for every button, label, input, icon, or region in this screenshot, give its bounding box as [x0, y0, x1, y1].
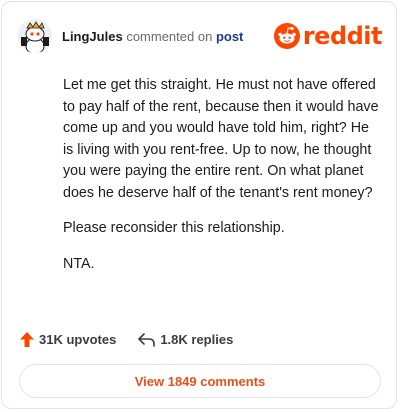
reddit-wordmark: reddit	[302, 22, 383, 50]
snoo-avatar-icon	[18, 19, 52, 53]
comment-paragraph: Let me get this straight. He must not ha…	[63, 77, 379, 201]
comment-paragraph: Please reconsider this relationship.	[63, 220, 285, 236]
upvote-count: 31K upvotes	[39, 332, 117, 347]
upvote-button[interactable]: 31K upvotes	[20, 332, 116, 347]
username-link[interactable]: LingJules	[62, 29, 123, 44]
replies-button[interactable]: 1.8K replies	[138, 332, 233, 347]
reddit-logo[interactable]: reddit	[273, 22, 383, 50]
reply-count: 1.8K replies	[160, 332, 234, 347]
reply-arrow-icon	[138, 332, 156, 347]
user-avatar[interactable]	[18, 19, 52, 53]
action-text: commented on	[126, 28, 213, 44]
view-comments-button[interactable]: View 1849 comments	[19, 364, 381, 398]
comment-paragraph: NTA.	[63, 255, 95, 272]
upvote-arrow-icon	[20, 332, 34, 347]
comment-body: Let me get this straight. He must not ha…	[63, 75, 381, 289]
reddit-snoo-icon	[273, 23, 300, 49]
comment-stats: 31K upvotes 1.8K replies	[20, 332, 233, 347]
post-link[interactable]: post	[216, 29, 243, 44]
comment-card: LingJules commented on post reddit Let m…	[1, 1, 397, 409]
comment-header: LingJules commented on post reddit	[18, 16, 383, 56]
comment-meta: LingJules commented on post	[62, 29, 243, 44]
